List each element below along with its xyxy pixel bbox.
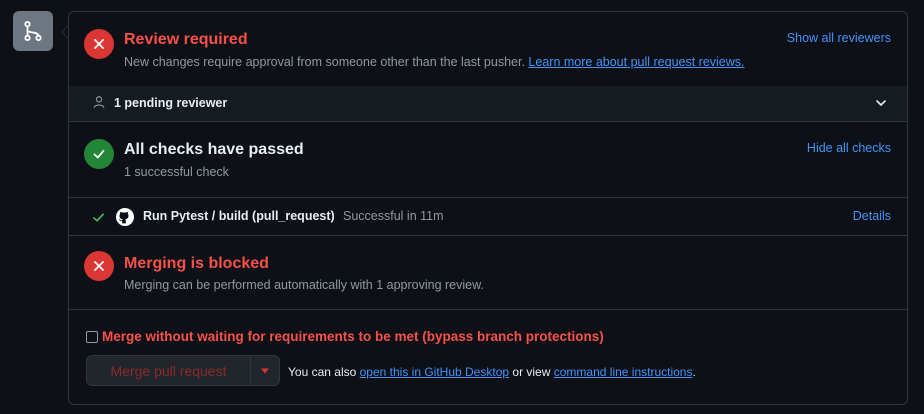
check-details-link[interactable]: Details [853,209,891,223]
pending-reviewer-label: 1 pending reviewer [114,96,228,110]
person-icon [93,96,105,108]
checks-status-circle [84,139,114,169]
check-status: Successful in 11m [343,209,444,223]
checks-title: All checks have passed [124,141,304,158]
chevron-down-icon[interactable] [875,97,887,109]
bypass-checkbox[interactable] [86,331,98,343]
pull-request-badge [13,11,53,51]
review-description: New changes require approval from someon… [124,55,745,69]
review-title: Review required [124,31,248,48]
pending-reviewer-row[interactable]: 1 pending reviewer [69,86,907,122]
review-status-circle [84,29,114,59]
github-desktop-link[interactable]: open this in GitHub Desktop [360,365,509,379]
triangle-down-icon [261,368,269,373]
checks-section: All checks have passed 1 successful chec… [69,122,907,198]
merge-blocked-subtitle: Merging can be performed automatically w… [124,278,484,292]
github-mark-icon [116,208,134,226]
merge-method-dropdown-button[interactable] [250,355,280,386]
or-view-text: or view [512,365,551,379]
merge-blocked-section: Merging is blocked Merging can be perfor… [69,236,907,310]
merge-pull-request-button[interactable]: Merge pull request [86,355,251,386]
merge-status-circle [84,251,114,281]
checks-subtitle: 1 successful check [124,165,229,179]
show-all-reviewers-link[interactable]: Show all reviewers [787,31,891,45]
check-icon [93,149,105,159]
check-icon [93,213,104,222]
merge-action-section: Merge without waiting for requirements t… [69,310,907,405]
review-description-text: New changes require approval from someon… [124,55,525,69]
git-pull-request-icon [24,21,42,41]
bypass-label[interactable]: Merge without waiting for requirements t… [102,329,604,344]
merge-blocked-title: Merging is blocked [124,255,269,272]
review-section: Review required New changes require appr… [69,12,907,86]
x-icon [94,261,104,271]
command-line-link[interactable]: command line instructions [554,365,693,379]
hide-all-checks-link[interactable]: Hide all checks [807,141,891,155]
check-item-row: Run Pytest / build (pull_request) Succes… [69,198,907,236]
check-name: Run Pytest / build (pull_request) [143,209,335,223]
also-prefix: You can also [288,365,357,379]
sentence-period: . [692,365,696,379]
merge-alternatives-text: You can also open this in GitHub Desktop… [288,365,696,379]
x-icon [94,39,104,49]
learn-more-link[interactable]: Learn more about pull request reviews. [528,55,744,69]
merge-box: Review required New changes require appr… [68,11,908,405]
